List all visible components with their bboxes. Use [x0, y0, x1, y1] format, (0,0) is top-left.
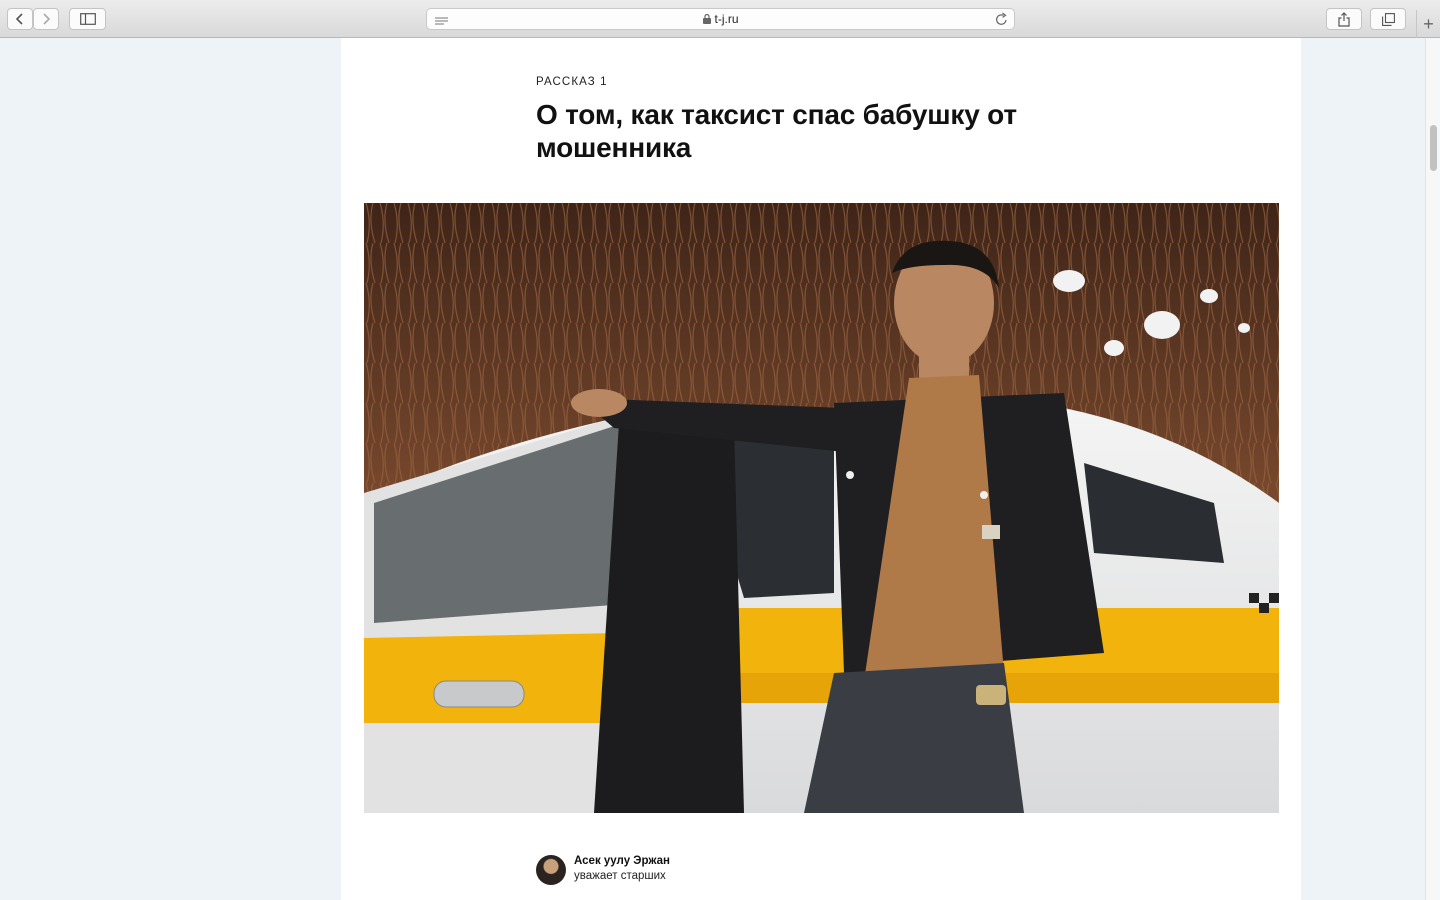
page-viewport: РАССКАЗ 1 О том, как таксист спас бабушк… [0, 38, 1425, 900]
tabs-overview-button[interactable] [1370, 8, 1406, 30]
reload-icon[interactable] [995, 12, 1008, 31]
url-text: t-j.ru [714, 12, 739, 26]
article: РАССКАЗ 1 О том, как таксист спас бабушк… [341, 38, 1301, 900]
back-button[interactable] [7, 8, 33, 30]
share-button[interactable] [1326, 8, 1362, 30]
share-icon [1338, 11, 1350, 27]
article-kicker: РАССКАЗ 1 [536, 76, 608, 88]
chevron-left-icon [15, 13, 23, 25]
scrollbar-thumb[interactable] [1430, 125, 1437, 171]
address-bar[interactable]: t-j.ru [426, 8, 1015, 30]
author-description: уважает старших [574, 870, 666, 882]
tabs-overview-icon [1381, 12, 1395, 26]
article-photo [364, 203, 1279, 813]
article-title: О том, как таксист спас бабушку от мошен… [536, 99, 1017, 163]
sidebar-icon [79, 13, 96, 25]
forward-button[interactable] [33, 8, 59, 30]
sidebar-button[interactable] [69, 8, 106, 30]
author-avatar[interactable] [536, 855, 566, 885]
vertical-scrollbar[interactable] [1425, 38, 1440, 900]
browser-toolbar: t-j.ru + [0, 0, 1440, 38]
chevron-right-icon [43, 13, 51, 25]
author-name[interactable]: Асек уулу Эржан [574, 855, 670, 867]
lock-icon [702, 14, 711, 24]
new-tab-button[interactable]: + [1416, 10, 1440, 38]
